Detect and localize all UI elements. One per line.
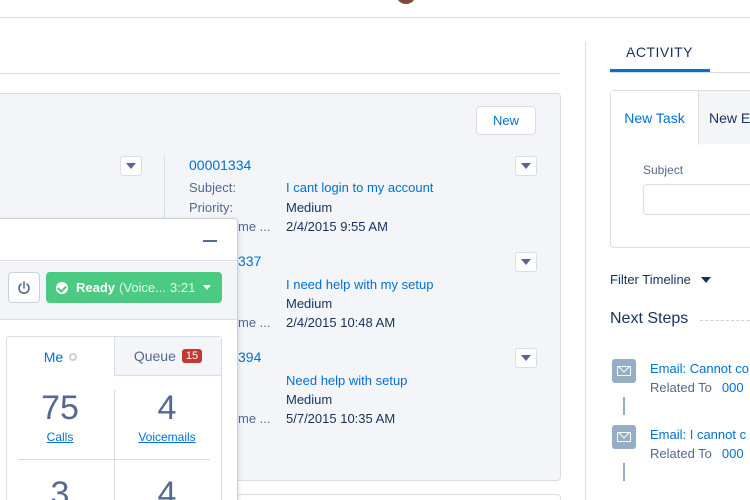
case-priority-value: Medium xyxy=(286,392,333,407)
subject-field-label: Subject xyxy=(643,163,684,177)
tab-me[interactable]: Me xyxy=(7,337,114,376)
next-card-edge xyxy=(236,494,561,500)
next-steps-heading: Next Steps xyxy=(610,310,689,327)
case-priority-value: Medium xyxy=(286,296,333,311)
power-icon xyxy=(18,280,30,294)
user-avatar[interactable] xyxy=(396,0,416,4)
timeline-item-related: Related To 000 xyxy=(650,446,744,461)
tab-activity[interactable]: ACTIVITY xyxy=(626,44,693,60)
case-2-dropdown-button[interactable] xyxy=(515,252,537,272)
chevron-down-icon xyxy=(700,276,711,283)
datetime-label-tail: me ... xyxy=(238,315,271,330)
email-icon xyxy=(612,359,636,383)
next-steps-divider xyxy=(700,320,750,321)
calls-link[interactable]: Calls xyxy=(20,430,100,444)
datetime-label-tail: me ... xyxy=(238,411,271,426)
content-divider xyxy=(0,73,560,74)
status-label: Ready xyxy=(76,280,116,295)
email-icon xyxy=(612,425,636,449)
tab-new-event[interactable]: New E xyxy=(699,91,750,144)
presence-status-button[interactable]: Ready (Voice... 3:21 xyxy=(46,272,222,303)
voicemails-count: 4 xyxy=(157,389,177,427)
timeline-item-related: Related To 000 xyxy=(650,380,744,395)
left-row-dropdown-button[interactable] xyxy=(120,156,142,176)
stats-vertical-divider xyxy=(114,390,115,500)
filter-timeline-button[interactable]: Filter Timeline xyxy=(610,272,711,287)
power-button[interactable] xyxy=(8,272,40,303)
tab-new-task[interactable]: New Task xyxy=(611,91,699,145)
new-case-button[interactable]: New xyxy=(476,106,536,135)
tabs-underline xyxy=(610,72,750,73)
chevron-down-icon xyxy=(521,355,531,361)
chevron-down-icon xyxy=(521,259,531,265)
queue-count-badge: 15 xyxy=(181,349,203,363)
timeline-connector xyxy=(623,463,625,481)
case-number-link[interactable]: 337 xyxy=(238,253,261,269)
check-circle-icon xyxy=(56,281,68,294)
datetime-label-tail: me ... xyxy=(238,219,271,234)
chevron-down-icon xyxy=(521,163,531,169)
top-header-bar xyxy=(0,0,750,18)
gear-icon[interactable] xyxy=(69,352,78,361)
chevron-down-icon xyxy=(203,285,212,290)
subject-input[interactable] xyxy=(643,184,750,215)
omni-panel-header xyxy=(0,219,237,261)
calls-count: 75 xyxy=(41,389,79,427)
related-to-label: Related To xyxy=(650,446,712,461)
voicemails-link[interactable]: Voicemails xyxy=(127,430,207,444)
case-number-link[interactable]: 00001334 xyxy=(189,157,251,173)
case-1-dropdown-button[interactable] xyxy=(515,156,537,176)
case-datetime-value: 2/4/2015 10:48 AM xyxy=(286,315,396,330)
related-to-label: Related To xyxy=(650,380,712,395)
case-3-dropdown-button[interactable] xyxy=(515,348,537,368)
case-subject-link[interactable]: I cant login to my account xyxy=(286,180,433,195)
case-subject-link[interactable]: Need help with setup xyxy=(286,373,407,388)
tab-queue[interactable]: Queue 15 xyxy=(114,337,221,376)
related-to-link[interactable]: 000 xyxy=(722,380,744,395)
case-priority-value: Medium xyxy=(286,200,333,215)
status-timer: 3:21 xyxy=(170,280,196,295)
case-number-link[interactable]: 394 xyxy=(238,349,261,365)
timeline-item-title[interactable]: Email: I cannot c xyxy=(650,427,746,442)
filter-timeline-label: Filter Timeline xyxy=(610,272,691,287)
related-to-link[interactable]: 000 xyxy=(722,446,744,461)
priority-label: Priority: xyxy=(189,200,234,215)
case-datetime-value: 2/4/2015 9:55 AM xyxy=(286,219,388,234)
tab-me-label: Me xyxy=(43,348,64,365)
stats-horizontal-divider xyxy=(18,459,210,460)
case-datetime-value: 5/7/2015 10:35 AM xyxy=(286,411,396,426)
case-subject-link[interactable]: I need help with my setup xyxy=(286,277,433,292)
tab-queue-label: Queue xyxy=(133,348,176,364)
minimize-icon[interactable] xyxy=(203,240,217,242)
stat-count: 4 xyxy=(157,475,177,500)
timeline-item-title[interactable]: Email: Cannot co xyxy=(650,361,749,376)
stat-count: 3 xyxy=(50,475,70,500)
timeline-connector xyxy=(623,397,625,415)
status-channel: (Voice... xyxy=(119,280,166,295)
subject-label: Subject: xyxy=(189,180,236,195)
column-divider xyxy=(585,42,586,500)
chevron-down-icon xyxy=(126,163,136,169)
